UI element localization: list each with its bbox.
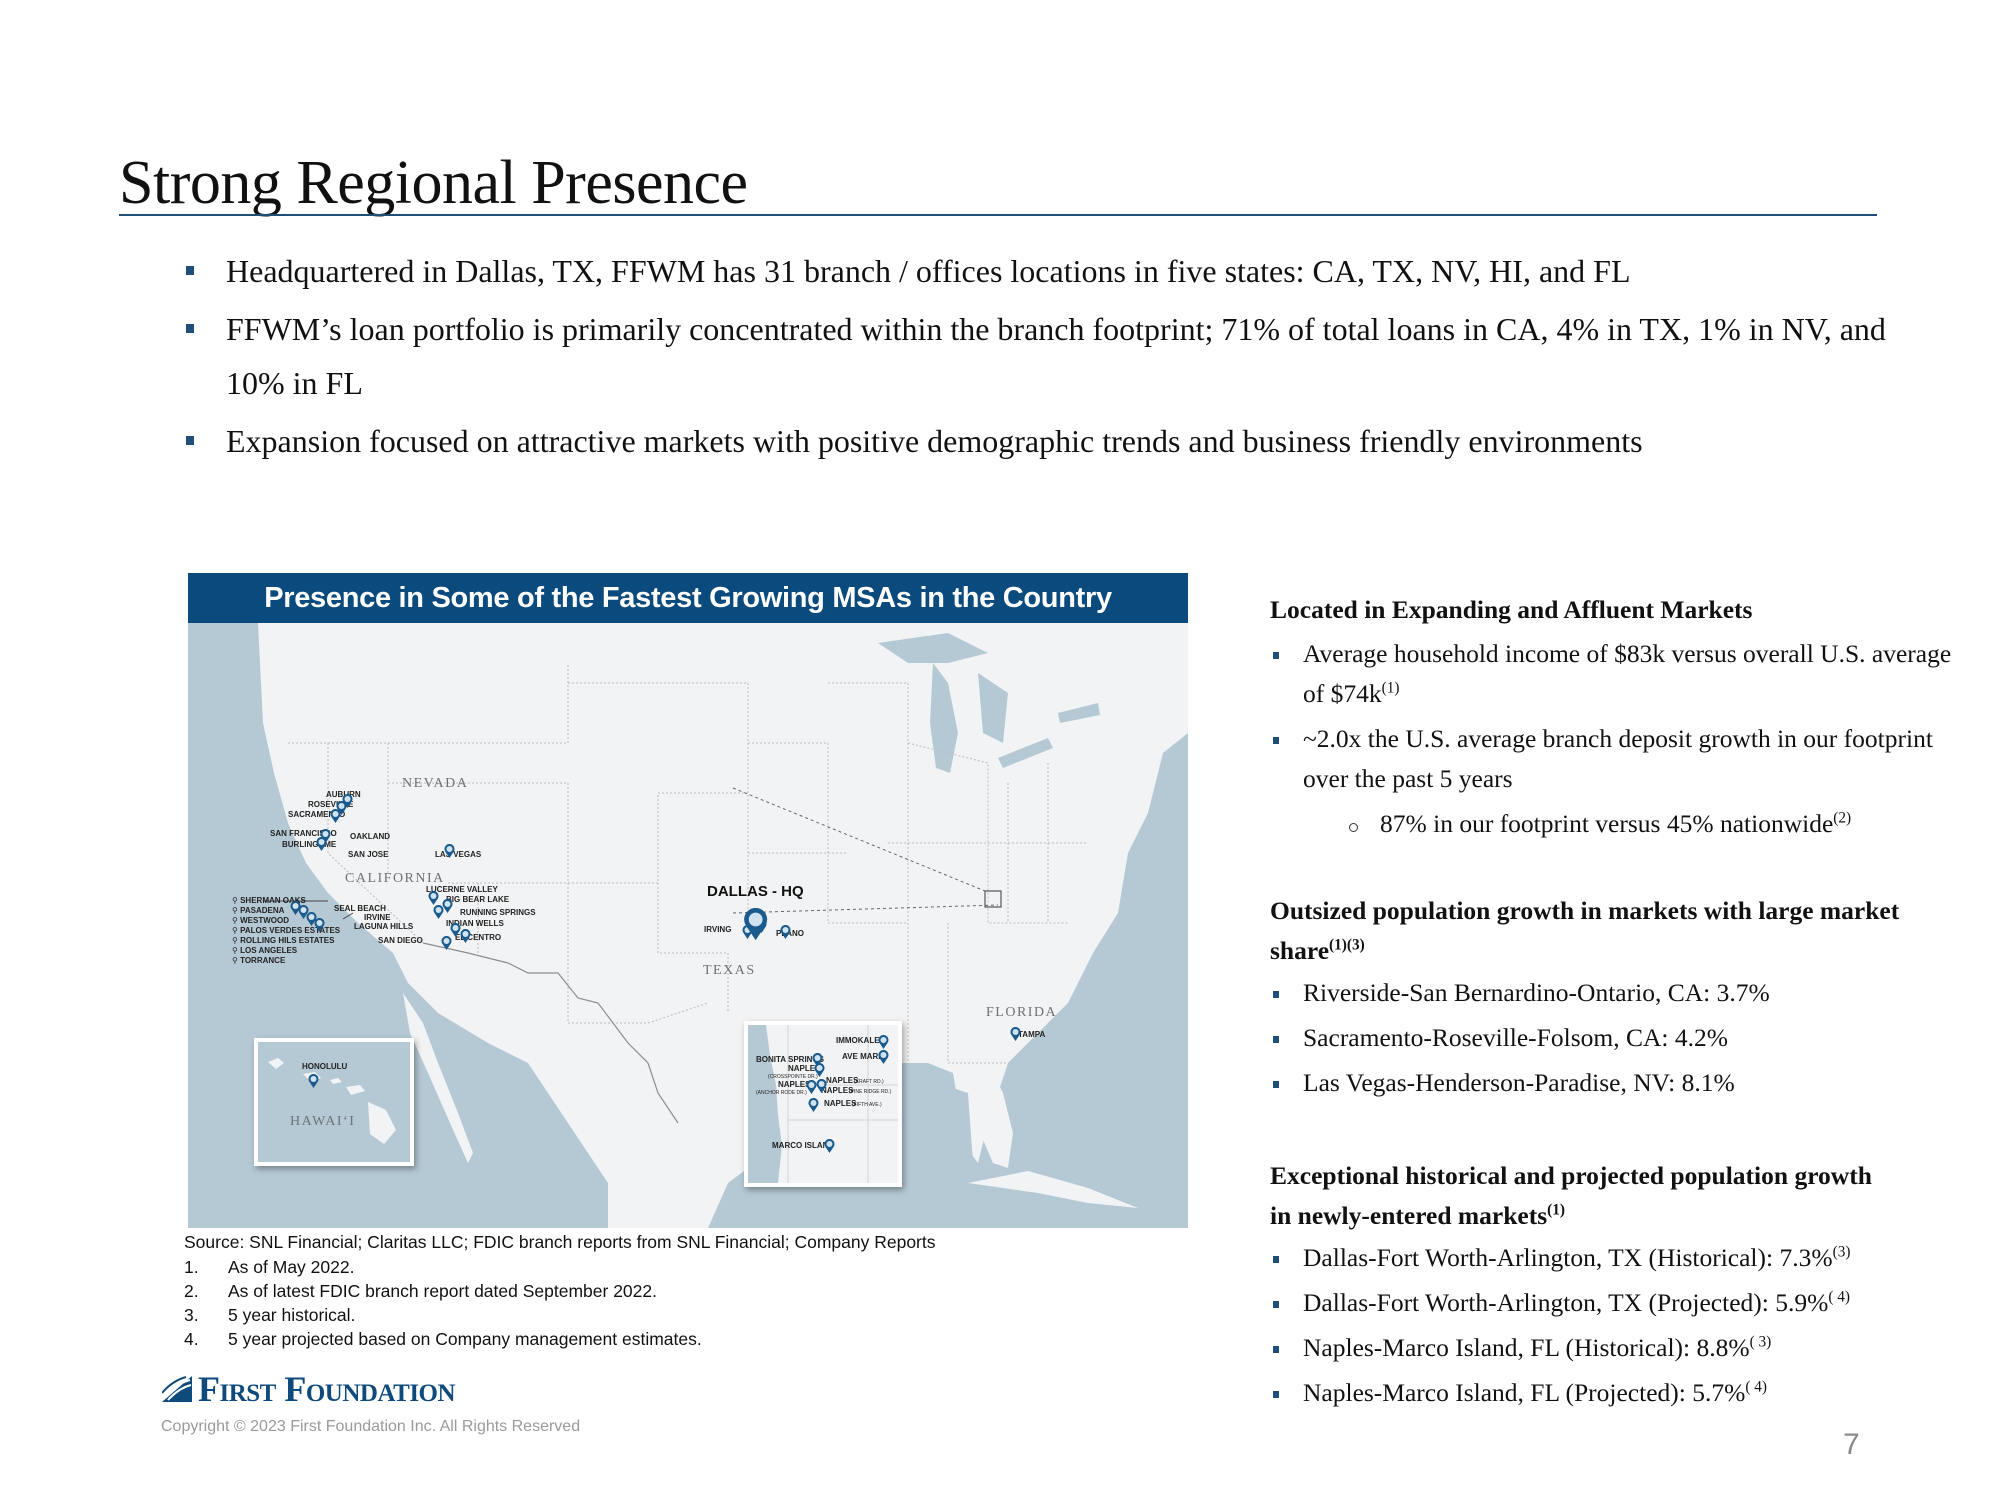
- map-pin-icon: [780, 925, 791, 939]
- location-honolulu: HONOLULU: [302, 1062, 348, 1071]
- square-bullet-icon: [1273, 1036, 1279, 1043]
- location-tampa: TAMPA: [1018, 1030, 1046, 1039]
- map-pin-icon: [441, 936, 452, 950]
- location-laguna-hills: LAGUNA HILLS: [354, 922, 414, 931]
- map-pin-icon: [878, 1050, 889, 1064]
- footnote: 1. As of May 2022.: [184, 1257, 355, 1277]
- section-heading: Outsized population growth in markets wi…: [1270, 896, 1900, 965]
- branch-map: NEVADA CALIFORNIA TEXAS FLORIDA AUBURN R…: [188, 623, 1188, 1228]
- square-bullet-icon: [186, 436, 194, 445]
- section-population-growth: Outsized population growth in markets wi…: [1270, 891, 1910, 1108]
- footnote: 4. 5 year projected based on Company mana…: [184, 1329, 702, 1349]
- top-bullet-list: Headquartered in Dallas, TX, FFWM has 31…: [186, 244, 1906, 472]
- location-las-vegas: LAS VEGAS: [435, 850, 482, 859]
- map-pin-icon: [1010, 1027, 1021, 1041]
- map-pin-icon: [314, 918, 325, 932]
- logo-text: First Foundation: [198, 1369, 456, 1409]
- section-bullet: Sacramento-Roseville-Folsom, CA: 4.2%: [1270, 1018, 1910, 1058]
- square-bullet-icon: [1273, 1081, 1279, 1088]
- map-pin-icon: [743, 908, 768, 941]
- la-location: ⚲ SHERMAN OAKS: [232, 896, 306, 905]
- la-location: ⚲ LOS ANGELES: [232, 946, 298, 955]
- state-label-hawaii: HAWAI‘I: [290, 1114, 356, 1129]
- map-pin-icon: [428, 891, 439, 905]
- section-bullet: Dallas-Fort Worth-Arlington, TX (Project…: [1270, 1283, 1970, 1323]
- location-san-diego: SAN DIEGO: [378, 936, 423, 945]
- copyright: Copyright © 2023 First Foundation Inc. A…: [161, 1418, 581, 1435]
- section-bullet: Las Vegas-Henderson-Paradise, NV: 8.1%: [1270, 1063, 1910, 1103]
- circle-bullet-icon: [1349, 823, 1358, 832]
- map-pin-icon: [878, 1035, 889, 1049]
- florida-inset: IMMOKALEE AVE MARIA BONITA SPRINGS NAPLE…: [744, 1021, 902, 1187]
- location-naples-anchor-sub: (ANCHOR RODE DR.): [756, 1090, 807, 1096]
- state-label-florida: FLORIDA: [986, 1005, 1058, 1020]
- footnote-list: 1. As of May 2022. 2. As of latest FDIC br…: [184, 1255, 702, 1351]
- title-underline: [119, 214, 1877, 216]
- dallas-hq-label: DALLAS - HQ: [707, 883, 804, 900]
- square-bullet-icon: [186, 324, 194, 333]
- map-pin-icon: [816, 1079, 827, 1093]
- location-irving: IRVING: [704, 925, 732, 934]
- top-bullet: Expansion focused on attractive markets …: [186, 414, 1906, 468]
- section-bullet: Naples-Marco Island, FL (Projected): 5.7…: [1270, 1373, 1970, 1413]
- map-pin-icon: [814, 1063, 825, 1077]
- section-bullet: Riverside-San Bernardino-Ontario, CA: 3.…: [1270, 973, 1910, 1013]
- square-bullet-icon: [1273, 1391, 1279, 1398]
- footnote: 2. As of latest FDIC branch report dated …: [184, 1281, 657, 1301]
- map-pin-icon: [806, 1080, 817, 1094]
- hawaii-inset: HONOLULU HAWAI‘I: [254, 1038, 414, 1166]
- square-bullet-icon: [1273, 652, 1279, 659]
- state-label-nevada: NEVADA: [402, 776, 469, 791]
- square-bullet-icon: [1273, 1301, 1279, 1308]
- location-running-springs: RUNNING SPRINGS: [460, 908, 536, 917]
- section-bullet: ~2.0x the U.S. average branch deposit gr…: [1270, 719, 1960, 799]
- map-pin-icon: [444, 844, 455, 858]
- location-big-bear-lake: BIG BEAR LAKE: [446, 895, 510, 904]
- cuba: [968, 1171, 1138, 1208]
- location-naples-kraft-sub: (KRAFT RD.): [854, 1079, 884, 1085]
- source-note: Source: SNL Financial; Claritas LLC; FDI…: [184, 1232, 936, 1252]
- map-header: Presence in Some of the Fastest Growing …: [188, 573, 1188, 623]
- map-pin-icon: [316, 837, 327, 851]
- page-number: 7: [1843, 1428, 1860, 1461]
- la-location: ⚲ PASADENA: [232, 906, 285, 915]
- hawaii-islands: [268, 1058, 396, 1144]
- map-pin-icon: [330, 809, 341, 823]
- location-naples-pine-sub: (PINE RIDGE RD.): [849, 1089, 892, 1095]
- logo-mark-icon: [162, 1376, 192, 1402]
- company-logo: First Foundation: [162, 1369, 456, 1409]
- section-bullet: Dallas-Fort Worth-Arlington, TX (Histori…: [1270, 1238, 1970, 1278]
- la-location: ⚲ ROLLING HILS ESTATES: [232, 936, 335, 945]
- square-bullet-icon: [1273, 1346, 1279, 1353]
- state-label-texas: TEXAS: [703, 963, 756, 978]
- location-san-jose: SAN JOSE: [348, 850, 389, 859]
- map-pin-icon: [460, 929, 471, 943]
- slide-title: Strong Regional Presence: [119, 149, 748, 217]
- square-bullet-icon: [1273, 737, 1279, 744]
- top-bullet: Headquartered in Dallas, TX, FFWM has 31…: [186, 244, 1906, 298]
- map-pin-icon: [824, 1139, 835, 1153]
- map-pin-icon: [433, 905, 444, 919]
- location-oakland: OAKLAND: [350, 832, 390, 841]
- la-location: ⚲ TORRANCE: [232, 956, 286, 965]
- section-bullet: Average household income of $83k versus …: [1270, 634, 1960, 714]
- section-heading: Exceptional historical and projected pop…: [1270, 1161, 1872, 1230]
- map-pin-icon: [308, 1074, 319, 1088]
- section-bullet: Naples-Marco Island, FL (Historical): 8.…: [1270, 1328, 1970, 1368]
- section-affluent-markets: Located in Expanding and Affluent Market…: [1270, 590, 1960, 849]
- square-bullet-icon: [1273, 991, 1279, 998]
- location-naples-fifth-sub: (FIFTH AVE.): [852, 1102, 882, 1108]
- section-sub-bullet: 87% in our footprint versus 45% nationwi…: [1270, 804, 1960, 844]
- map-pin-icon: [808, 1098, 819, 1112]
- section-heading: Located in Expanding and Affluent Market…: [1270, 595, 1753, 624]
- top-bullet: FFWM’s loan portfolio is primarily conce…: [186, 302, 1906, 410]
- footnote: 3. 5 year historical.: [184, 1305, 356, 1325]
- square-bullet-icon: [1273, 1256, 1279, 1263]
- square-bullet-icon: [186, 266, 194, 275]
- section-new-markets: Exceptional historical and projected pop…: [1270, 1156, 1890, 1418]
